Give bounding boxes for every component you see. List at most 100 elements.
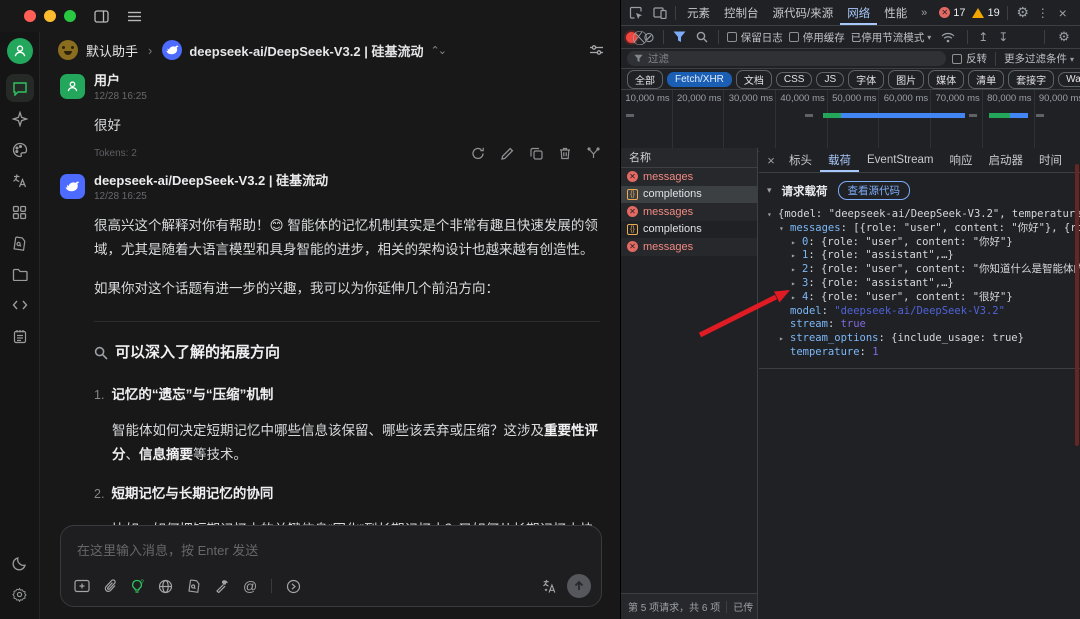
devtools-settings-gear-icon[interactable]: ⚙ <box>1012 3 1034 23</box>
sidebar-item-code[interactable] <box>6 291 34 319</box>
payload-line[interactable]: ▸stream_options: {include_usage: true} <box>767 332 1080 346</box>
export-har-icon[interactable]: ↧ <box>996 27 1010 47</box>
payload-line[interactable]: ▾{model: "deepseek-ai/DeepSeek-V3.2", te… <box>767 208 1080 222</box>
request-row-completions[interactable]: {}completions <box>621 186 757 204</box>
devtools-kebab-menu-icon[interactable]: ⋮ <box>1036 3 1050 23</box>
more-tabs-icon[interactable]: » <box>916 3 932 23</box>
filter-funnel-icon[interactable] <box>672 27 688 47</box>
network-settings-gear-icon[interactable]: ⚙ <box>1053 27 1075 47</box>
filter-chip-全部[interactable]: 全部 <box>627 70 663 89</box>
details-tab-载荷[interactable]: 载荷 <box>820 148 859 172</box>
topic-settings-sliders-icon[interactable] <box>589 44 604 56</box>
view-source-button[interactable]: 查看源代码 <box>838 181 911 200</box>
send-button[interactable] <box>567 574 591 598</box>
close-details-icon[interactable]: × <box>761 153 781 168</box>
throttling-dropdown[interactable]: 已停用节流模式▾ <box>851 30 932 45</box>
expand-triangle-icon[interactable]: ▸ <box>791 249 802 263</box>
devtools-tab-控制台[interactable]: 控制台 <box>717 0 766 25</box>
filter-chip-文档[interactable]: 文档 <box>736 70 772 89</box>
mcp-tools-hammer-icon[interactable] <box>215 579 229 593</box>
disable-cache-checkbox[interactable]: 停用缓存 <box>789 30 845 45</box>
sidebar-item-translate[interactable] <box>6 167 34 195</box>
request-row-messages[interactable]: ✕messages <box>621 238 757 256</box>
payload-line[interactable]: model: "deepseek-ai/DeepSeek-V3.2" <box>767 305 1080 319</box>
panel-toggle-icon[interactable] <box>94 10 109 23</box>
devtools-tab-源代码/来源[interactable]: 源代码/来源 <box>766 0 841 25</box>
inspect-element-icon[interactable] <box>625 3 647 23</box>
zoom-window-button[interactable] <box>64 10 76 22</box>
delete-icon[interactable] <box>559 147 571 160</box>
user-avatar[interactable] <box>7 38 33 64</box>
devtools-close-icon[interactable]: × <box>1052 3 1074 23</box>
message-input-box[interactable]: 在这里输入消息，按 Enter 发送 ? @ <box>60 525 602 607</box>
expand-triangle-icon[interactable]: ▾ <box>767 208 778 222</box>
details-tab-标头[interactable]: 标头 <box>781 148 820 172</box>
devtools-tab-性能[interactable]: 性能 <box>877 0 914 25</box>
payload-line[interactable]: ▸2: {role: "user", content: "你知道什么是智能体的短… <box>767 263 1080 277</box>
network-overview-timeline[interactable]: 10,000 ms20,000 ms30,000 ms40,000 ms50,0… <box>621 90 1080 152</box>
invert-filter-checkbox[interactable]: 反转 <box>952 51 987 66</box>
scrollbar-thumb[interactable] <box>1075 164 1079 446</box>
device-toolbar-icon[interactable] <box>649 3 671 23</box>
search-icon[interactable] <box>694 27 710 47</box>
payload-line[interactable]: ▸1: {role: "assistant",…} <box>767 249 1080 263</box>
request-row-completions[interactable]: {}completions <box>621 221 757 239</box>
regenerate-icon[interactable] <box>471 147 485 160</box>
payload-line[interactable]: ▸3: {role: "assistant",…} <box>767 277 1080 291</box>
filter-chip-字体[interactable]: 字体 <box>848 70 884 89</box>
settings-gear-icon[interactable] <box>6 580 34 608</box>
knowledge-base-icon[interactable] <box>187 579 201 593</box>
payload-line[interactable]: stream: true <box>767 318 1080 332</box>
expand-triangle-icon[interactable]: ▸ <box>791 277 802 291</box>
sidebar-item-notes[interactable] <box>6 322 34 350</box>
filter-chip-JS[interactable]: JS <box>816 72 844 87</box>
payload-line[interactable]: ▾messages: [{role: "user", content: "你好"… <box>767 222 1080 236</box>
expand-triangle-icon[interactable]: ▾ <box>779 222 790 236</box>
details-tab-时间[interactable]: 时间 <box>1031 148 1070 172</box>
warning-badge[interactable]: 19 <box>972 7 999 19</box>
network-filter-input[interactable]: 过滤 <box>627 51 946 66</box>
copy-icon[interactable] <box>530 147 543 160</box>
filter-chip-图片[interactable]: 图片 <box>888 70 924 89</box>
edit-icon[interactable] <box>501 147 514 160</box>
dark-mode-moon-icon[interactable] <box>6 549 34 577</box>
details-tab-响应[interactable]: 响应 <box>941 148 980 172</box>
assistant-name[interactable]: 默认助手 <box>86 41 138 60</box>
clear-network-log-icon[interactable]: ⃠̸⊘ <box>643 30 655 44</box>
filter-chip-Fetch/XHR[interactable]: Fetch/XHR <box>667 72 732 87</box>
details-tab-启动器[interactable]: 启动器 <box>980 148 1031 172</box>
collapse-triangle-icon[interactable]: ▾ <box>767 185 772 196</box>
filter-chip-CSS[interactable]: CSS <box>776 72 813 87</box>
request-row-messages[interactable]: ✕messages <box>621 168 757 186</box>
details-tab-EventStream[interactable]: EventStream <box>859 148 941 172</box>
web-search-globe-icon[interactable] <box>158 579 173 594</box>
request-row-messages[interactable]: ✕messages <box>621 203 757 221</box>
branch-icon[interactable] <box>587 147 600 160</box>
expand-triangle-icon[interactable]: ▸ <box>791 263 802 277</box>
preserve-log-checkbox[interactable]: 保留日志 <box>727 30 783 45</box>
devtools-tab-元素[interactable]: 元素 <box>680 0 717 25</box>
sidebar-item-files[interactable] <box>6 260 34 288</box>
expand-triangle-icon[interactable]: ▸ <box>791 291 802 305</box>
sidebar-item-knowledge[interactable] <box>6 229 34 257</box>
quick-phrases-icon[interactable] <box>286 579 301 594</box>
error-badge[interactable]: ✕ 17 <box>939 7 965 19</box>
network-conditions-icon[interactable] <box>937 27 959 47</box>
filter-chip-套接字[interactable]: 套接字 <box>1008 70 1054 89</box>
sidebar-item-apps[interactable] <box>6 198 34 226</box>
sidebar-item-agents[interactable] <box>6 105 34 133</box>
expand-triangle-icon[interactable]: ▸ <box>779 332 790 346</box>
payload-line[interactable]: temperature: 1 <box>767 346 1080 360</box>
filter-chip-媒体[interactable]: 媒体 <box>928 70 964 89</box>
new-topic-icon[interactable] <box>74 579 90 593</box>
more-filters-dropdown[interactable]: 更多过滤条件 ▾ <box>1004 51 1074 66</box>
payload-line[interactable]: ▸0: {role: "user", content: "你好"} <box>767 236 1080 250</box>
import-har-icon[interactable]: ↥ <box>976 27 990 47</box>
translate-icon[interactable] <box>542 579 557 594</box>
minimize-window-button[interactable] <box>44 10 56 22</box>
filter-chip-清单[interactable]: 清单 <box>968 70 1004 89</box>
record-network-log-button[interactable] <box>626 32 637 43</box>
request-list-header-name[interactable]: 名称 <box>621 148 757 168</box>
expand-triangle-icon[interactable]: ▸ <box>791 236 802 250</box>
thinking-bulb-icon[interactable]: ? <box>131 579 144 594</box>
